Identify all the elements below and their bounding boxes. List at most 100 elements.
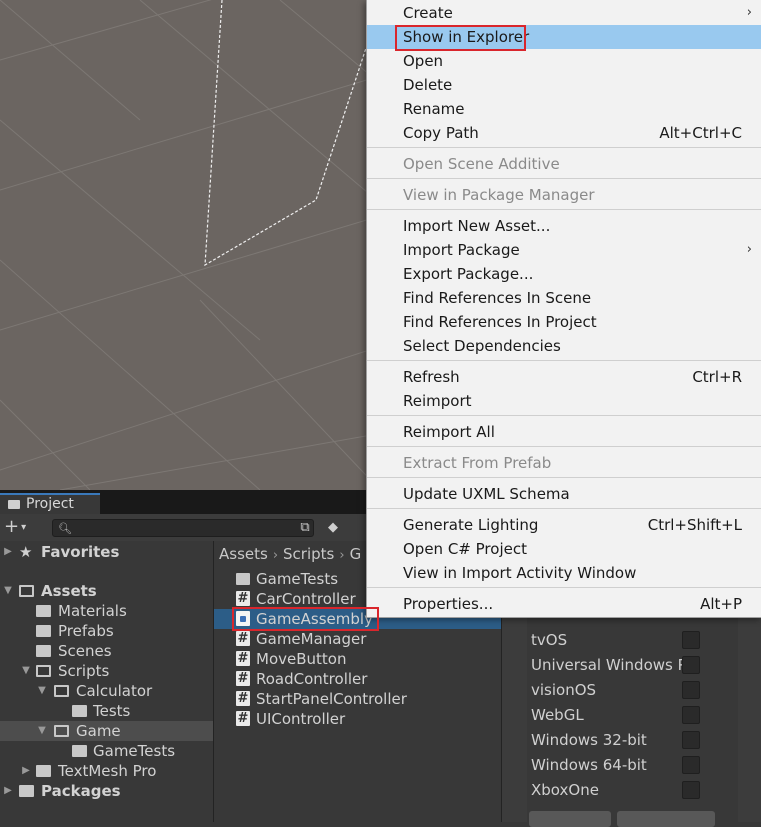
- tree-item-assets[interactable]: ▼ Assets: [0, 581, 213, 601]
- menu-item-refresh[interactable]: Refresh Ctrl+R: [367, 365, 761, 389]
- menu-item-find-references-in-scene[interactable]: Find References In Scene: [367, 286, 761, 310]
- collapse-arrow-icon[interactable]: ▼: [36, 681, 48, 701]
- asset-row-roadcontroller[interactable]: # RoadController: [214, 669, 501, 689]
- menu-item-label: Delete: [403, 76, 453, 94]
- platform-checkbox[interactable]: [682, 681, 700, 699]
- folder-open-icon: [54, 685, 69, 697]
- tree-item-prefabs[interactable]: Prefabs: [0, 621, 213, 641]
- platform-row-xboxone: XboxOne: [531, 780, 736, 805]
- platform-checkbox[interactable]: [682, 731, 700, 749]
- platform-checkbox[interactable]: [682, 631, 700, 649]
- csharp-script-icon: #: [236, 691, 250, 706]
- deselect-all-button[interactable]: [617, 811, 715, 827]
- platform-checkbox[interactable]: [682, 756, 700, 774]
- asset-row-movebutton[interactable]: # MoveButton: [214, 649, 501, 669]
- menu-item-show-in-explorer[interactable]: Show in Explorer: [367, 25, 761, 49]
- expand-arrow-icon[interactable]: ▶: [20, 761, 32, 781]
- asset-row-uicontroller[interactable]: # UIController: [214, 709, 501, 729]
- menu-item-label: Create: [403, 4, 453, 22]
- tree-item-game[interactable]: ▼ Game: [0, 721, 213, 741]
- menu-item-copy-path[interactable]: Copy Path Alt+Ctrl+C: [367, 121, 761, 145]
- platform-row-uwp: Universal Windows P: [531, 655, 736, 680]
- menu-item-shortcut: Alt+Ctrl+C: [659, 124, 742, 142]
- menu-item-find-references-in-project[interactable]: Find References In Project: [367, 310, 761, 334]
- breadcrumb-assets[interactable]: Assets: [219, 545, 268, 563]
- search-input[interactable]: [73, 520, 297, 538]
- asset-label: MoveButton: [256, 650, 347, 668]
- platform-checkbox[interactable]: [682, 706, 700, 724]
- menu-item-label: Update UXML Schema: [403, 485, 570, 503]
- breadcrumb-scripts[interactable]: Scripts: [283, 545, 334, 563]
- tree-item-tests[interactable]: Tests: [0, 701, 213, 721]
- asset-row-gamemanager[interactable]: # GameManager: [214, 629, 501, 649]
- menu-item-label: Open C# Project: [403, 540, 527, 558]
- menu-item-label: Export Package...: [403, 265, 534, 283]
- platform-checkbox[interactable]: [682, 656, 700, 674]
- menu-item-delete[interactable]: Delete: [367, 73, 761, 97]
- menu-item-shortcut: Ctrl+Shift+L: [647, 516, 742, 534]
- asset-label: UIController: [256, 710, 346, 728]
- tab-project[interactable]: Project: [0, 493, 100, 514]
- menu-item-reimport-all[interactable]: Reimport All: [367, 420, 761, 444]
- menu-item-update-uxml-schema[interactable]: Update UXML Schema: [367, 482, 761, 506]
- menu-item-import-new-asset[interactable]: Import New Asset...: [367, 214, 761, 238]
- platform-label: XboxOne: [531, 781, 599, 799]
- menu-item-label: Copy Path: [403, 124, 479, 142]
- tree-item-label: Scenes: [58, 642, 112, 660]
- menu-item-import-package[interactable]: Import Package ›: [367, 238, 761, 262]
- tree-item-scripts[interactable]: ▼ Scripts: [0, 661, 213, 681]
- folder-icon: [36, 765, 51, 777]
- star-icon: ★: [19, 543, 33, 561]
- menu-item-open[interactable]: Open: [367, 49, 761, 73]
- tree-item-favorites[interactable]: ▶ ★ Favorites: [0, 542, 213, 562]
- menu-separator: [367, 147, 761, 148]
- select-all-button[interactable]: [529, 811, 611, 827]
- menu-item-properties[interactable]: Properties... Alt+P: [367, 592, 761, 616]
- csharp-script-icon: #: [236, 651, 250, 666]
- filter-by-label-icon[interactable]: ◆: [324, 519, 342, 537]
- platform-checkbox[interactable]: [682, 781, 700, 799]
- csharp-script-icon: #: [236, 671, 250, 686]
- assembly-definition-icon: [236, 611, 250, 626]
- expand-arrow-icon[interactable]: ▶: [2, 781, 14, 801]
- platform-label: WebGL: [531, 706, 584, 724]
- menu-separator: [367, 209, 761, 210]
- folder-icon: [72, 705, 87, 717]
- asset-row-startpanelcontroller[interactable]: # StartPanelController: [214, 689, 501, 709]
- menu-item-open-c-project[interactable]: Open C# Project: [367, 537, 761, 561]
- platform-row-webgl: WebGL: [531, 705, 736, 730]
- menu-item-open-scene-additive: Open Scene Additive: [367, 152, 761, 176]
- tree-item-textmesh-pro[interactable]: ▶ TextMesh Pro: [0, 761, 213, 781]
- tree-item-calculator[interactable]: ▼ Calculator: [0, 681, 213, 701]
- menu-separator: [367, 587, 761, 588]
- search-field[interactable]: 🔍︎: [52, 519, 314, 538]
- menu-item-generate-lighting[interactable]: Generate Lighting Ctrl+Shift+L: [367, 513, 761, 537]
- tree-item-materials[interactable]: Materials: [0, 601, 213, 621]
- platform-row-windows64: Windows 64-bit: [531, 755, 736, 780]
- expand-arrow-icon[interactable]: ▶: [2, 542, 14, 562]
- menu-item-create[interactable]: Create ›: [367, 1, 761, 25]
- menu-item-reimport[interactable]: Reimport: [367, 389, 761, 413]
- search-by-type-icon[interactable]: ⧉: [296, 519, 314, 537]
- menu-item-select-dependencies[interactable]: Select Dependencies: [367, 334, 761, 358]
- tree-item-scenes[interactable]: Scenes: [0, 641, 213, 661]
- asset-label: CarController: [256, 590, 356, 608]
- menu-item-label: Show in Explorer: [403, 28, 530, 46]
- collapse-arrow-icon[interactable]: ▼: [2, 581, 14, 601]
- tree-item-packages[interactable]: ▶ Packages: [0, 781, 213, 801]
- menu-item-export-package[interactable]: Export Package...: [367, 262, 761, 286]
- add-asset-button[interactable]: + ▾: [4, 517, 38, 537]
- collapse-arrow-icon[interactable]: ▼: [36, 721, 48, 741]
- collapse-arrow-icon[interactable]: ▼: [20, 661, 32, 681]
- menu-item-view-in-import-activity-window[interactable]: View in Import Activity Window: [367, 561, 761, 585]
- tree-item-label: Materials: [58, 602, 127, 620]
- chevron-right-icon: ›: [339, 548, 345, 563]
- chevron-right-icon: ›: [272, 548, 279, 563]
- menu-item-label: Reimport All: [403, 423, 495, 441]
- csharp-script-icon: #: [236, 631, 250, 646]
- menu-item-rename[interactable]: Rename: [367, 97, 761, 121]
- asset-label: GameTests: [256, 570, 339, 588]
- breadcrumb-game[interactable]: G: [350, 545, 362, 563]
- tree-item-label: Favorites: [41, 543, 120, 561]
- tree-item-gametests[interactable]: GameTests: [0, 741, 213, 761]
